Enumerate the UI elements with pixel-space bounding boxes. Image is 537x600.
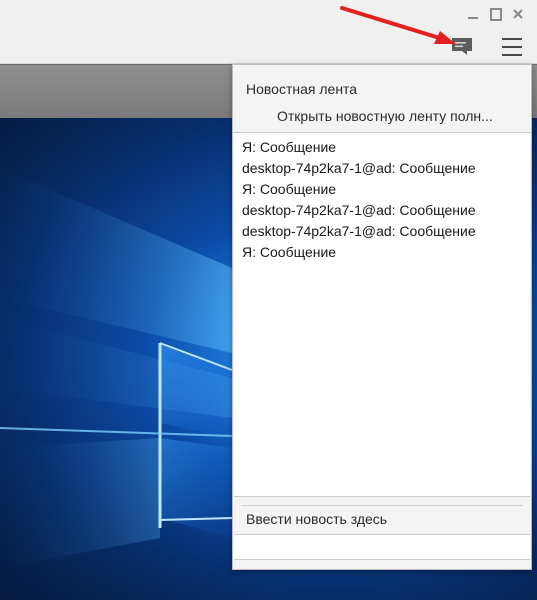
list-item: Я: Сообщение	[242, 139, 337, 155]
popup-title: Новостная лента	[246, 81, 358, 97]
list-item: Я: Сообщение	[242, 181, 337, 197]
list-item: desktop-74p2ka7-1@ad: Сообщение	[242, 223, 476, 239]
open-full-feed-link[interactable]: Открыть новостную ленту полн...	[277, 108, 523, 124]
news-feed-button[interactable]	[451, 37, 473, 56]
menu-line	[502, 54, 522, 56]
hamburger-menu-button[interactable]	[502, 38, 522, 56]
divider	[241, 505, 523, 506]
news-input-label: Ввести новость здесь	[246, 511, 388, 527]
minimize-icon[interactable]	[467, 8, 479, 20]
list-item: desktop-74p2ka7-1@ad: Сообщение	[242, 202, 476, 218]
menu-line	[502, 46, 522, 48]
menu-line	[502, 38, 522, 40]
close-icon[interactable]	[512, 8, 524, 20]
chat-bubble-icon	[452, 38, 472, 55]
news-feed-popup: Новостная лента Открыть новостную ленту …	[232, 64, 532, 570]
maximize-icon[interactable]	[490, 8, 502, 20]
news-input-field[interactable]	[234, 534, 530, 560]
title-bar	[0, 0, 537, 64]
list-item: Я: Сообщение	[242, 244, 337, 260]
message-list[interactable]: Я: Сообщение desktop-74p2ka7-1@ad: Сообщ…	[234, 133, 530, 497]
list-item: desktop-74p2ka7-1@ad: Сообщение	[242, 160, 476, 176]
